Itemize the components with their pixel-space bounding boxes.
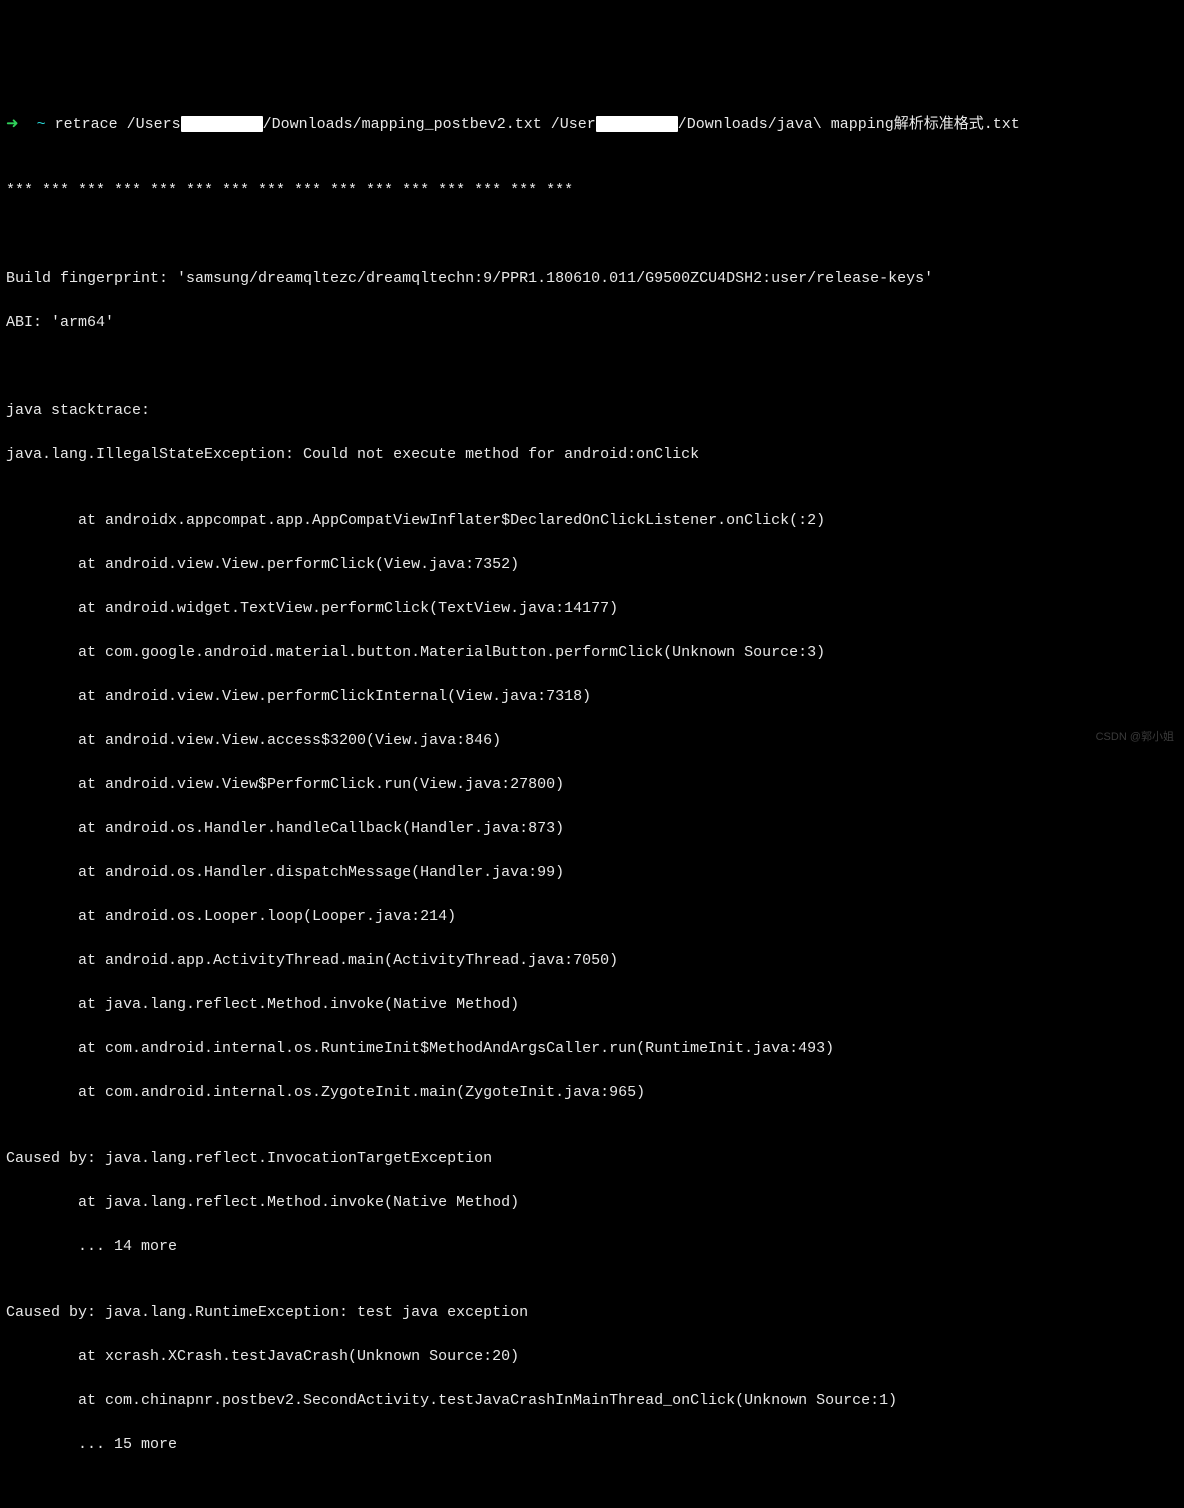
stack-frame: at com.android.internal.os.ZygoteInit.ma… <box>6 1082 1178 1104</box>
stack-frame: at android.os.Handler.handleCallback(Han… <box>6 818 1178 840</box>
stacktrace-header: java stacktrace: <box>6 400 1178 422</box>
separator-top: *** *** *** *** *** *** *** *** *** *** … <box>6 180 1178 202</box>
stack-frame: at com.google.android.material.button.Ma… <box>6 642 1178 664</box>
stack-frame: at android.os.Handler.dispatchMessage(Ha… <box>6 862 1178 884</box>
prompt-tilde: ~ <box>37 116 46 133</box>
stack-frame: at android.view.View$PerformClick.run(Vi… <box>6 774 1178 796</box>
prompt-arrow: ➜ <box>6 116 19 133</box>
stack-frame: at java.lang.reflect.Method.invoke(Nativ… <box>6 1192 1178 1214</box>
stack-frame: at com.android.internal.os.RuntimeInit$M… <box>6 1038 1178 1060</box>
command-text: retrace /Users /Downloads/mapping_postbe… <box>55 116 1020 133</box>
blank-line <box>6 356 1178 378</box>
caused-by-1: Caused by: java.lang.reflect.InvocationT… <box>6 1148 1178 1170</box>
caused-by-2: Caused by: java.lang.RuntimeException: t… <box>6 1302 1178 1324</box>
build-fingerprint: Build fingerprint: 'samsung/dreamqltezc/… <box>6 268 1178 290</box>
exception-line: java.lang.IllegalStateException: Could n… <box>6 444 1178 466</box>
blank-line <box>6 1478 1178 1500</box>
prompt-line[interactable]: ➜ ~ retrace /Users /Downloads/mapping_po… <box>6 114 1178 136</box>
stack-frame: ... 14 more <box>6 1236 1178 1258</box>
redacted-path-2 <box>596 116 678 132</box>
stack-frame: at android.view.View.access$3200(View.ja… <box>6 730 1178 752</box>
stack-frame: ... 15 more <box>6 1434 1178 1456</box>
stack-frame: at xcrash.XCrash.testJavaCrash(Unknown S… <box>6 1346 1178 1368</box>
stack-frame: at android.os.Looper.loop(Looper.java:21… <box>6 906 1178 928</box>
stack-frame: at android.widget.TextView.performClick(… <box>6 598 1178 620</box>
redacted-path-1 <box>181 116 263 132</box>
stack-frame: at androidx.appcompat.app.AppCompatViewI… <box>6 510 1178 532</box>
abi-line: ABI: 'arm64' <box>6 312 1178 334</box>
stack-frame: at android.app.ActivityThread.main(Activ… <box>6 950 1178 972</box>
stack-frame: at java.lang.reflect.Method.invoke(Nativ… <box>6 994 1178 1016</box>
stack-frame: at android.view.View.performClick(View.j… <box>6 554 1178 576</box>
stack-frame: at com.chinapnr.postbev2.SecondActivity.… <box>6 1390 1178 1412</box>
stack-frame: at android.view.View.performClickInterna… <box>6 686 1178 708</box>
blank-line <box>6 224 1178 246</box>
